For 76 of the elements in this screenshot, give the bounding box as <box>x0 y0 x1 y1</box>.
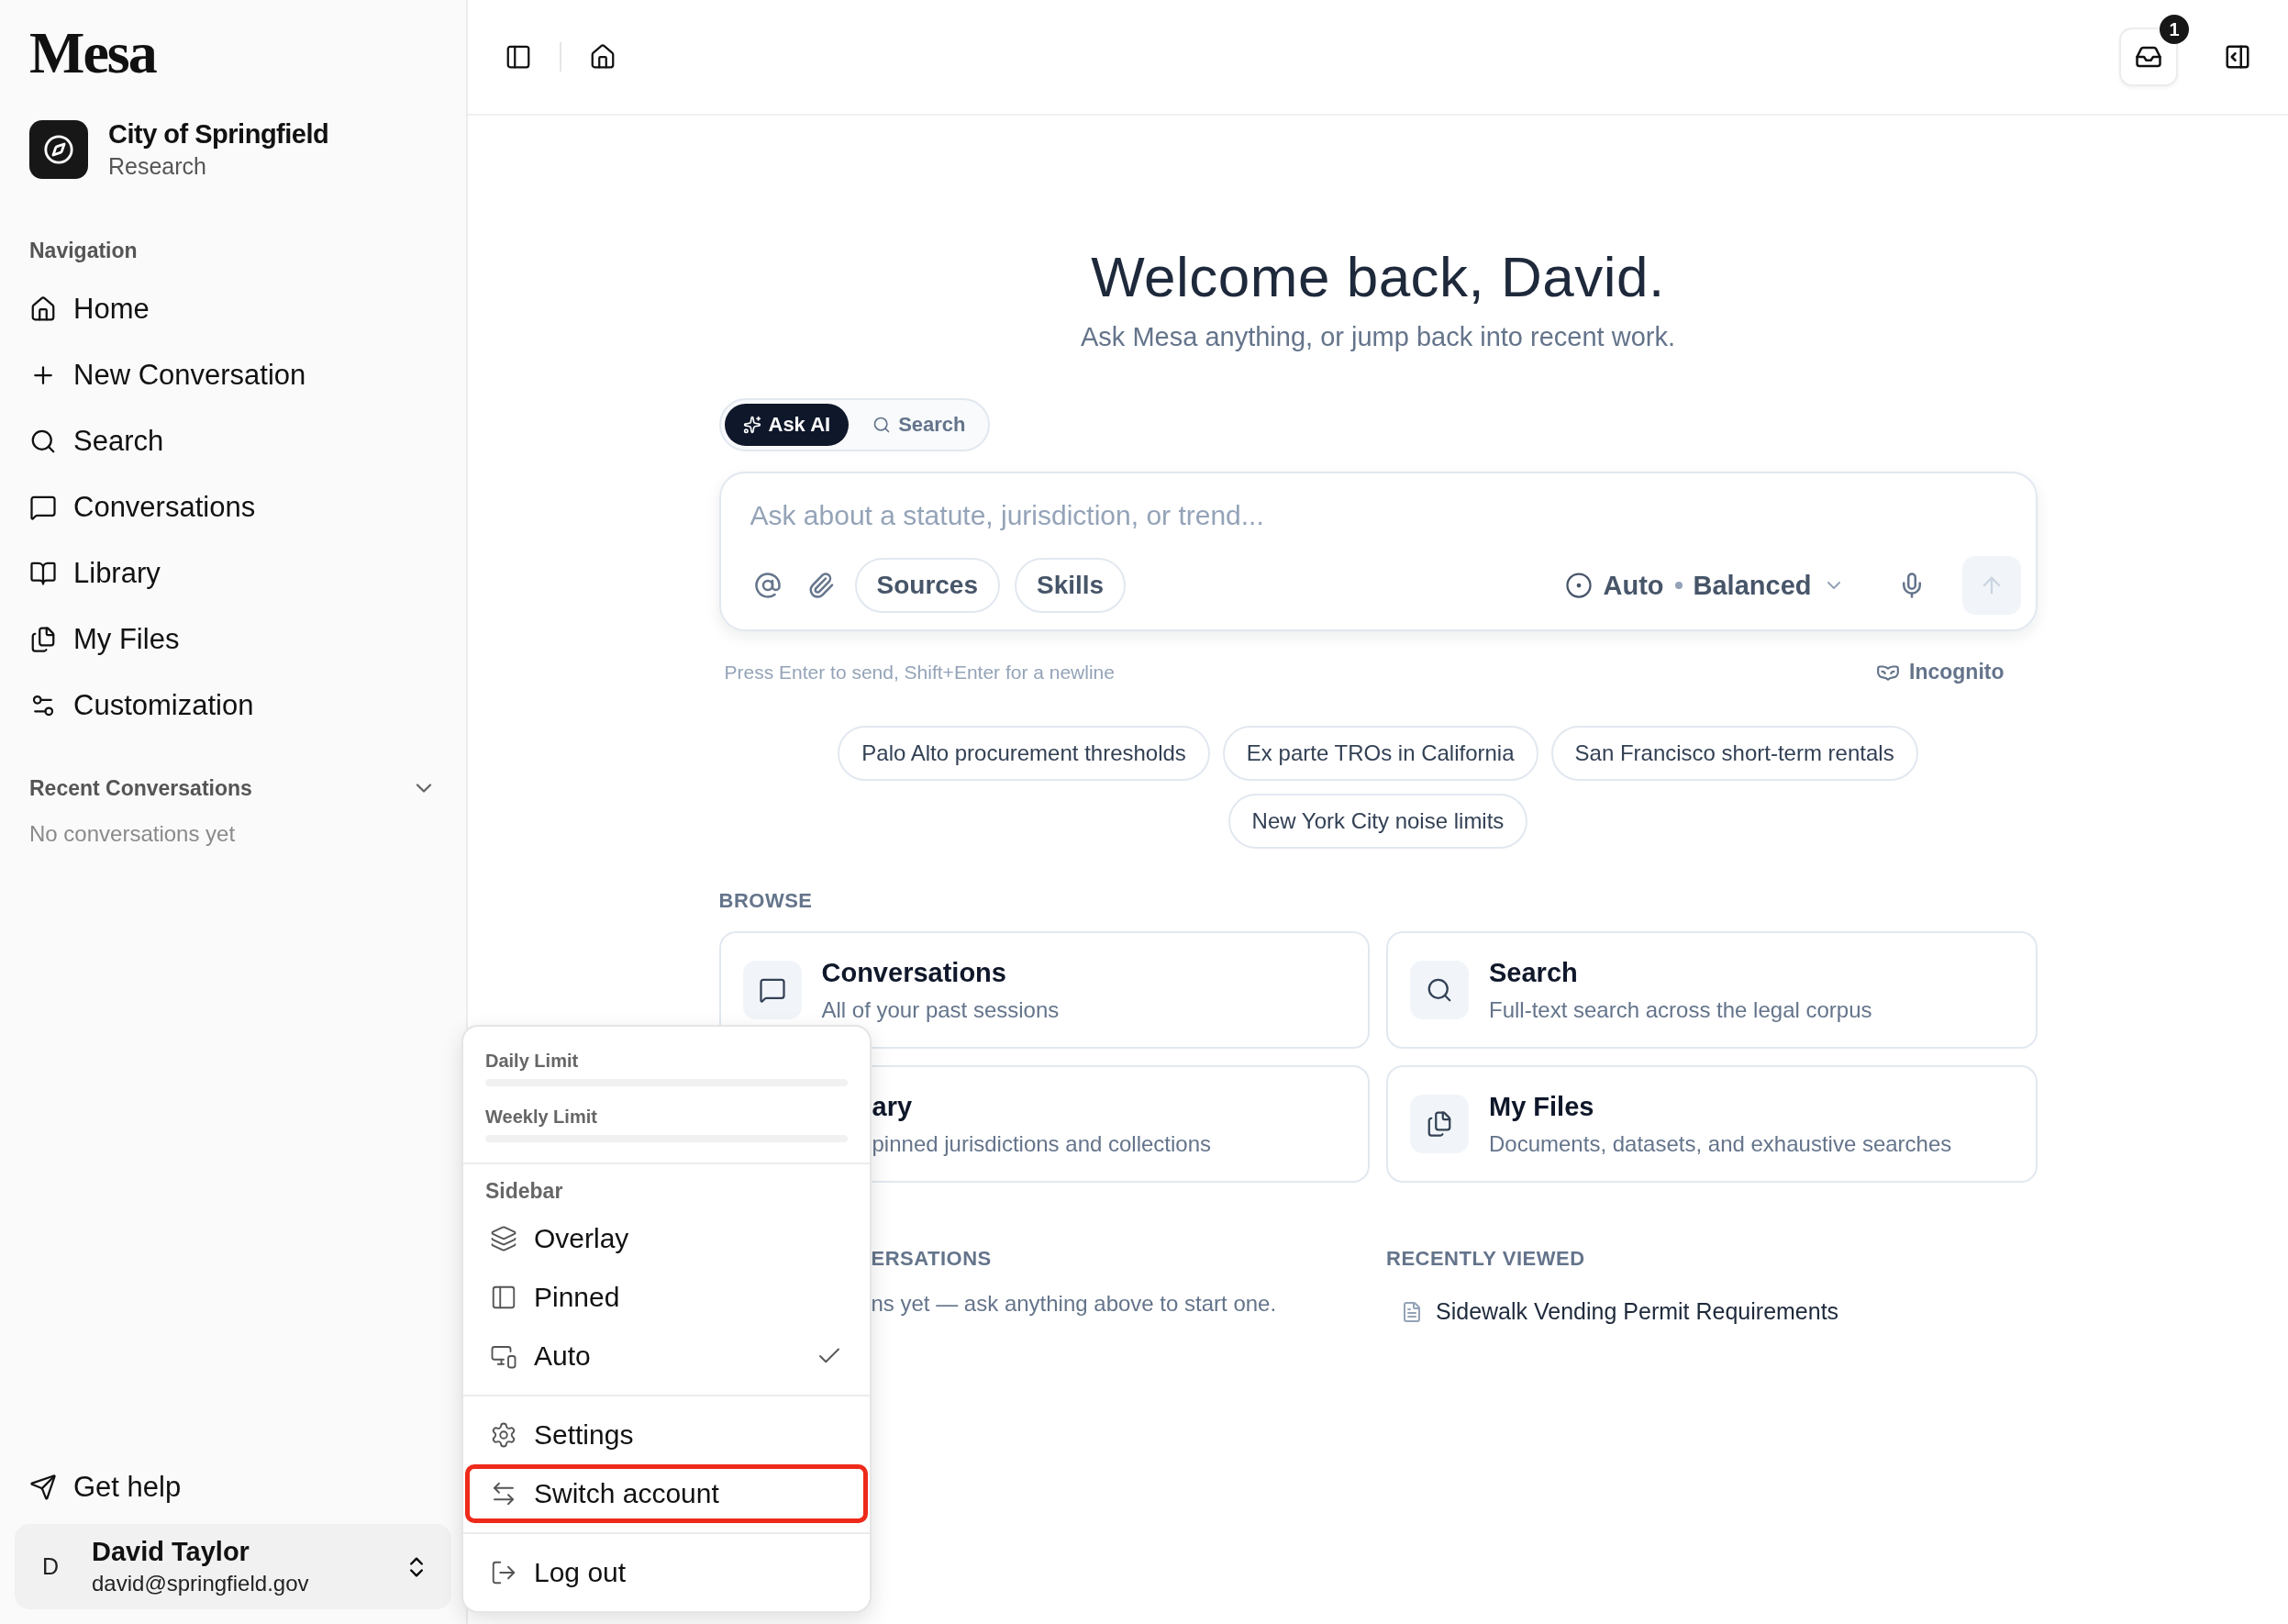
avatar-initial: D <box>40 1553 61 1580</box>
search-icon <box>29 428 57 455</box>
section-heading: RECENTLY VIEWED <box>1386 1247 1586 1271</box>
welcome-subtitle: Ask Mesa anything, or jump back into recent work. <box>1080 322 1676 352</box>
logo: Mesa <box>29 24 158 83</box>
panel-icon <box>490 1284 517 1311</box>
nav-item[interactable]: Home <box>29 276 451 342</box>
target-icon <box>1564 572 1593 599</box>
mode-dropdown[interactable]: Auto Balanced <box>1559 569 1850 602</box>
section-heading: Navigation <box>29 239 139 263</box>
card-title: ary <box>872 1091 914 1122</box>
suggestion-chip[interactable]: New York City noise limits <box>1227 794 1528 849</box>
mode-tab[interactable]: Search <box>854 404 984 446</box>
compass-icon <box>29 120 88 179</box>
nav-item[interactable]: Conversations <box>29 474 451 540</box>
menu-heading: Sidebar <box>485 1179 564 1204</box>
section-heading: ERSATIONS <box>870 1247 993 1271</box>
document-icon <box>1401 1300 1423 1323</box>
recent-document-link[interactable]: Sidewalk Vending Permit Requirements <box>1386 1291 2038 1332</box>
notification-badge: 1 <box>2160 15 2189 44</box>
settings-icon <box>490 1421 517 1449</box>
hint-text: Press Enter to send, Shift+Enter for a newline <box>724 661 1115 684</box>
card-description: Full-text search across the legal corpus <box>1489 996 1872 1023</box>
user-email: david@springfield.gov <box>92 1571 309 1596</box>
logout-icon <box>490 1559 517 1586</box>
nav-item[interactable]: New Conversation <box>29 342 451 408</box>
files-icon <box>29 626 57 653</box>
empty-text: ns yet — ask anything above to start one. <box>870 1291 1278 1317</box>
limit-label: Daily Limit <box>485 1051 580 1072</box>
search-icon <box>1410 961 1469 1019</box>
composer-chip[interactable]: Sources <box>854 558 1000 613</box>
send-icon <box>29 1474 57 1501</box>
card-description: All of your past sessions <box>821 996 1060 1023</box>
section-heading: Recent Conversations <box>29 775 252 801</box>
layers-icon <box>490 1225 517 1252</box>
user-card[interactable]: D David Taylor david@springfield.gov <box>15 1524 451 1609</box>
menu-item[interactable]: Pinned <box>465 1268 868 1327</box>
menu-item[interactable]: Auto <box>465 1327 868 1385</box>
browse-card[interactable]: Search Full-text search across the legal corpus <box>1386 931 2038 1049</box>
empty-text: No conversations yet <box>29 821 237 847</box>
nav-item[interactable]: Search <box>29 408 451 474</box>
limit-label: Weekly Limit <box>485 1107 598 1128</box>
card-title: My Files <box>1489 1091 1595 1122</box>
sparkles-icon <box>742 416 761 434</box>
nav-item[interactable]: Customization <box>29 673 451 739</box>
home-icon <box>29 295 57 323</box>
card-title: Conversations <box>821 957 1007 988</box>
files-icon <box>1410 1095 1469 1153</box>
nav-item[interactable]: My Files <box>29 606 451 673</box>
menu-item[interactable]: Switch account <box>465 1464 868 1523</box>
org-subtitle: Research <box>108 153 207 180</box>
mode-tab[interactable]: Ask AI <box>724 404 850 446</box>
help-link[interactable]: Get help <box>29 1471 451 1504</box>
chat-bubble-icon <box>742 961 802 1019</box>
user-name: David Taylor <box>92 1537 250 1567</box>
book-icon <box>29 560 57 587</box>
composer-chip[interactable]: Skills <box>1015 558 1127 613</box>
card-description: pinned jurisdictions and collections <box>872 1130 1212 1157</box>
card-title: Search <box>1489 957 1579 988</box>
browse-card[interactable]: My Files Documents, datasets, and exhaustive searches <box>1386 1065 2038 1183</box>
card-description: Documents, datasets, and exhaustive searches <box>1489 1130 1952 1157</box>
search-icon <box>872 416 892 434</box>
org-name: City of Springfield <box>108 119 329 150</box>
welcome-title: Welcome back, David. <box>1090 244 1666 309</box>
chat-bubble-icon <box>29 494 57 521</box>
menu-item[interactable]: Overlay <box>465 1209 868 1268</box>
suggestion-chip[interactable]: San Francisco short-term rentals <box>1550 726 1918 781</box>
suggestion-chip[interactable]: Ex parte TROs in California <box>1222 726 1538 781</box>
suggestion-chip[interactable]: Palo Alto procurement thresholds <box>838 726 1210 781</box>
dot-separator-icon <box>1674 582 1683 589</box>
section-heading: BROWSE <box>718 889 814 913</box>
nav-item[interactable]: Library <box>29 540 451 606</box>
menu-item[interactable]: Settings <box>465 1406 868 1464</box>
incognito-button[interactable]: Incognito <box>1871 659 2010 685</box>
browse-card[interactable]: Conversations All of your past sessions <box>718 931 1370 1049</box>
menu-item[interactable]: Log out <box>465 1543 868 1602</box>
